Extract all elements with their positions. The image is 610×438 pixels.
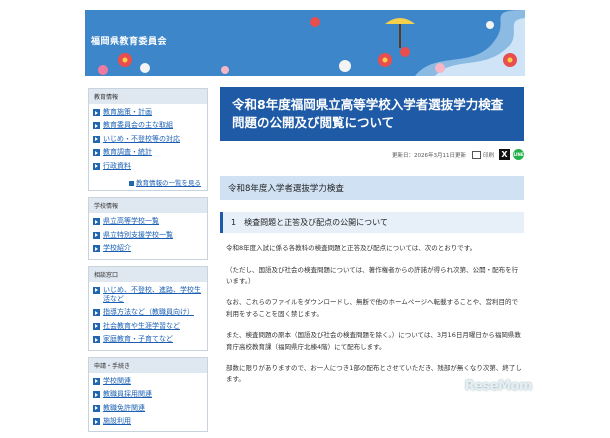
arrow-icon [93,336,100,344]
x-share-button[interactable]: X [499,149,510,161]
arrow-icon [93,309,100,317]
sidebar-item[interactable]: 学校紹介 [89,242,207,255]
arrow-icon [93,377,100,385]
arrow-icon [93,109,100,116]
paragraph: なお、これらのファイルをダウンロードし、無断で他のホームページへ転載することや、… [226,298,518,318]
arrow-icon [93,391,100,399]
page-title: 令和8年度福岡県立高等学校入学者選抜学力検査問題の公開及び閲覧について [220,87,524,142]
sidebar-item[interactable]: 教育調査・統計 [89,146,207,159]
sidebar-link[interactable]: 教育調査・統計 [103,148,152,157]
paragraph: （ただし、国語及び社会の検査問題については、著作権者からの許諾が得られ次第、公開… [226,265,519,285]
sidebar-item[interactable]: 教育委員会の主な取組 [89,119,207,132]
sidebar-link[interactable]: 施設利用 [103,417,131,426]
header-banner: 福岡県教育委員会 [85,10,525,76]
sidebar-item[interactable]: 教職免許関連 [89,402,207,415]
updated-date: 更新日：2026年3月11日更新 [391,152,466,159]
sidebar-item[interactable]: いじめ・不登校等の対応 [89,133,207,146]
sidebar-link[interactable]: 指導方法など（教職員向け） [103,308,194,317]
sidebar-link[interactable]: 家庭教育・子育てなど [103,335,173,344]
arrow-icon [93,245,100,253]
sidebar-item[interactable]: 施設利用 [89,415,207,428]
sidebar-item[interactable]: 社会教育や生涯学習など [89,320,207,333]
arrow-icon [93,162,100,170]
printer-icon [471,150,481,159]
line-share-button[interactable]: LINE [513,149,524,161]
arrow-icon [93,404,100,412]
sidebar-section-consultation: 相談窓口 いじめ、不登校、進路、学校生活など 指導方法など（教職員向け） 社会教… [88,265,208,351]
watermark-logo: ReseMom [464,379,533,394]
arrow-icon [93,149,100,157]
subsection-heading: 1 検査問題と正答及び配点の公開について [220,212,524,234]
sidebar-heading: 学校情報 [89,198,207,214]
sidebar-link[interactable]: いじめ、不登校、進路、学校生活など [103,286,203,305]
sidebar: 教育情報 教育施策・計画 教育委員会の主な取組 いじめ・不登校等の対応 教育調査… [88,88,208,438]
sidebar-section-procedures: 申請・手続き 学校関連 教職員採用関連 教職免許関連 施設利用 [88,356,208,433]
arrow-icon [93,218,100,226]
print-button[interactable]: 印刷 [471,150,494,159]
sidebar-link[interactable]: 学校紹介 [103,244,131,253]
sidebar-link[interactable]: 行政資料 [103,162,131,171]
sidebar-item[interactable]: 県立高等学校一覧 [89,215,207,228]
sidebar-link[interactable]: 県立高等学校一覧 [103,217,159,226]
arrow-icon [93,418,100,425]
main-content: 令和8年度福岡県立高等学校入学者選抜学力検査問題の公開及び閲覧について 更新日：… [220,87,524,386]
sidebar-item[interactable]: 教育施策・計画 [89,106,207,119]
sidebar-item[interactable]: いじめ、不登校、進路、学校生活など [89,284,207,307]
sidebar-link[interactable]: 教育施策・計画 [103,108,152,117]
sidebar-link[interactable]: 教職免許関連 [103,404,145,413]
banner-decoration [98,10,525,76]
arrow-icon [93,135,100,143]
section-heading: 令和8年度入学者選抜学力検査 [220,176,524,201]
arrow-icon [93,122,100,130]
sidebar-link[interactable]: 教職員採用関連 [103,390,152,399]
sidebar-more-link[interactable]: 教育情報の一覧を見る [136,179,201,187]
sidebar-link[interactable]: 学校関連 [103,377,131,386]
sidebar-link[interactable]: 教育委員会の主な取組 [103,121,173,130]
sidebar-link[interactable]: いじめ・不登校等の対応 [103,135,180,144]
arrow-icon [93,286,100,294]
sidebar-item[interactable]: 学校関連 [89,375,207,388]
print-label: 印刷 [482,152,494,159]
sidebar-heading: 相談窓口 [89,266,207,282]
meta-row: 更新日：2026年3月11日更新 印刷 X LINE [220,149,524,161]
sidebar-section-education-info: 教育情報 教育施策・計画 教育委員会の主な取組 いじめ・不登校等の対応 教育調査… [88,88,208,192]
sidebar-item[interactable]: 家庭教育・子育てなど [89,333,207,346]
sidebar-section-school-info: 学校情報 県立高等学校一覧 県立特別支援学校一覧 学校紹介 [88,197,208,260]
sidebar-more[interactable]: 教育情報の一覧を見る [89,176,207,190]
sidebar-item[interactable]: 行政資料 [89,160,207,173]
arrow-icon [129,180,134,186]
paragraph: 令和8年度入試に係る各教科の検査問題と正答及び配点については、次のとおりです。 [226,244,477,253]
sidebar-link[interactable]: 県立特別支援学校一覧 [103,231,173,240]
arrow-icon [93,322,100,330]
sidebar-item[interactable]: 県立特別支援学校一覧 [89,229,207,242]
paragraph: また、検査問題の原本（国語及び社会の検査問題を除く。）については、3月16日月曜… [226,331,521,351]
sidebar-heading: 申請・手続き [89,357,207,373]
sidebar-heading: 教育情報 [89,89,207,104]
sidebar-link[interactable]: 社会教育や生涯学習など [103,322,180,331]
arrow-icon [93,231,100,239]
sidebar-item[interactable]: 指導方法など（教職員向け） [89,306,207,319]
